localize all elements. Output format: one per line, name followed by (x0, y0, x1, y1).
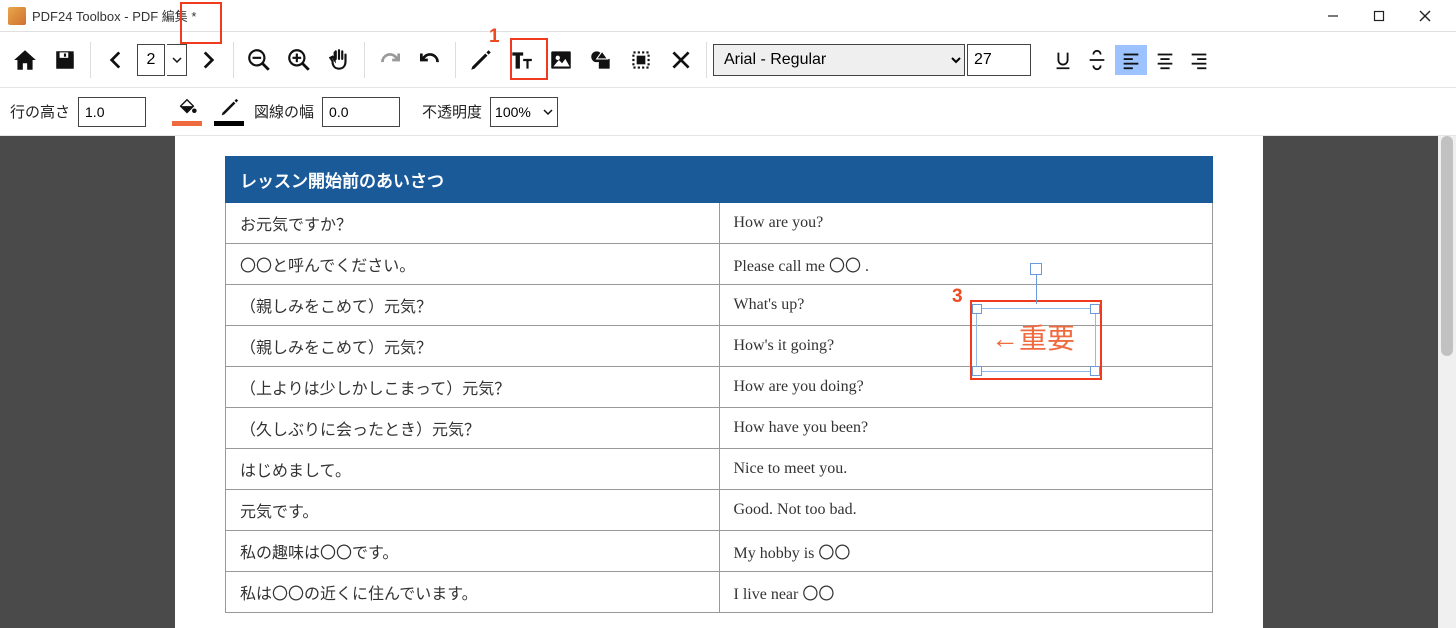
opacity-select[interactable]: 100% (490, 97, 558, 127)
align-left-button[interactable] (1115, 45, 1147, 75)
select-tool-button[interactable] (622, 41, 660, 79)
scrollbar-thumb[interactable] (1441, 136, 1453, 356)
minimize-button[interactable] (1310, 0, 1356, 32)
table-row: 〇〇と呼んでください。Please call me 〇〇 . (226, 244, 1213, 285)
table-row: お元気ですか？How are you? (226, 203, 1213, 244)
secondary-toolbar: 行の高さ 図線の幅 不透明度 100% 2 (0, 88, 1456, 136)
rotate-line (1036, 273, 1037, 304)
rotate-handle[interactable] (1030, 263, 1042, 275)
pdf-page[interactable]: レッスン開始前のあいさつ お元気ですか？How are you? 〇〇と呼んでく… (175, 136, 1263, 628)
window-controls (1310, 0, 1448, 32)
align-center-button[interactable] (1149, 45, 1181, 75)
table-header: レッスン開始前のあいさつ (226, 157, 1213, 203)
image-tool-button[interactable] (542, 41, 580, 79)
prev-page-button[interactable] (97, 41, 135, 79)
line-height-input[interactable] (78, 97, 146, 127)
redo-button[interactable] (371, 41, 409, 79)
resize-handle-br[interactable] (1090, 366, 1100, 376)
stroke-color-button[interactable] (212, 94, 246, 130)
table-row: 私は〇〇の近くに住んでいます。I live near 〇〇 (226, 572, 1213, 613)
app-icon (8, 7, 26, 25)
table-row: （久しぶりに会ったとき）元気？How have you been? (226, 408, 1213, 449)
main-toolbar: Arial - Regular 1 (0, 32, 1456, 88)
textbox-text[interactable]: ←重要 (991, 323, 1075, 354)
font-select[interactable]: Arial - Regular (713, 44, 965, 76)
text-edit-object[interactable]: ←重要 (970, 300, 1102, 380)
table-row: 私の趣味は〇〇です。My hobby is 〇〇 (226, 531, 1213, 572)
stroke-color-swatch (214, 121, 244, 126)
strikethrough-button[interactable] (1081, 45, 1113, 75)
opacity-label: 不透明度 (422, 101, 482, 122)
page-number-input[interactable] (137, 44, 165, 76)
vertical-scrollbar[interactable] (1438, 136, 1456, 628)
text-tool-button[interactable] (502, 41, 540, 79)
stroke-width-label: 図線の幅 (254, 101, 314, 122)
left-gutter (0, 136, 175, 628)
align-right-button[interactable] (1183, 45, 1215, 75)
table-row: はじめまして。Nice to meet you. (226, 449, 1213, 490)
maximize-button[interactable] (1356, 0, 1402, 32)
stroke-width-input[interactable] (322, 97, 400, 127)
font-size-input[interactable] (967, 44, 1031, 76)
annotation-marker-1: 1 (489, 26, 500, 48)
right-gutter (1263, 136, 1438, 628)
annotation-marker-2: 2 (158, 0, 169, 6)
fill-color-swatch (172, 121, 202, 126)
resize-handle-tr[interactable] (1090, 304, 1100, 314)
annotation-marker-3: 3 (952, 286, 963, 308)
resize-handle-tl[interactable] (972, 304, 982, 314)
save-button[interactable] (46, 41, 84, 79)
underline-button[interactable] (1047, 45, 1079, 75)
zoom-out-button[interactable] (240, 41, 278, 79)
document-table: レッスン開始前のあいさつ お元気ですか？How are you? 〇〇と呼んでく… (225, 156, 1213, 613)
next-page-button[interactable] (189, 41, 227, 79)
opacity-value: 100% (495, 104, 531, 120)
undo-button[interactable] (411, 41, 449, 79)
window-title: PDF24 Toolbox - PDF 編集 * (32, 6, 196, 25)
page-dropdown-button[interactable] (167, 44, 187, 76)
shapes-tool-button[interactable] (582, 41, 620, 79)
fill-color-button[interactable] (170, 94, 204, 130)
close-button[interactable] (1402, 0, 1448, 32)
workspace: レッスン開始前のあいさつ お元気ですか？How are you? 〇〇と呼んでく… (0, 136, 1456, 628)
line-height-label: 行の高さ (10, 101, 70, 122)
pan-tool-button[interactable] (320, 41, 358, 79)
delete-tool-button[interactable] (662, 41, 700, 79)
resize-handle-bl[interactable] (972, 366, 982, 376)
home-button[interactable] (6, 41, 44, 79)
zoom-in-button[interactable] (280, 41, 318, 79)
table-row: 元気です。Good. Not too bad. (226, 490, 1213, 531)
title-bar: PDF24 Toolbox - PDF 編集 * (0, 0, 1456, 32)
